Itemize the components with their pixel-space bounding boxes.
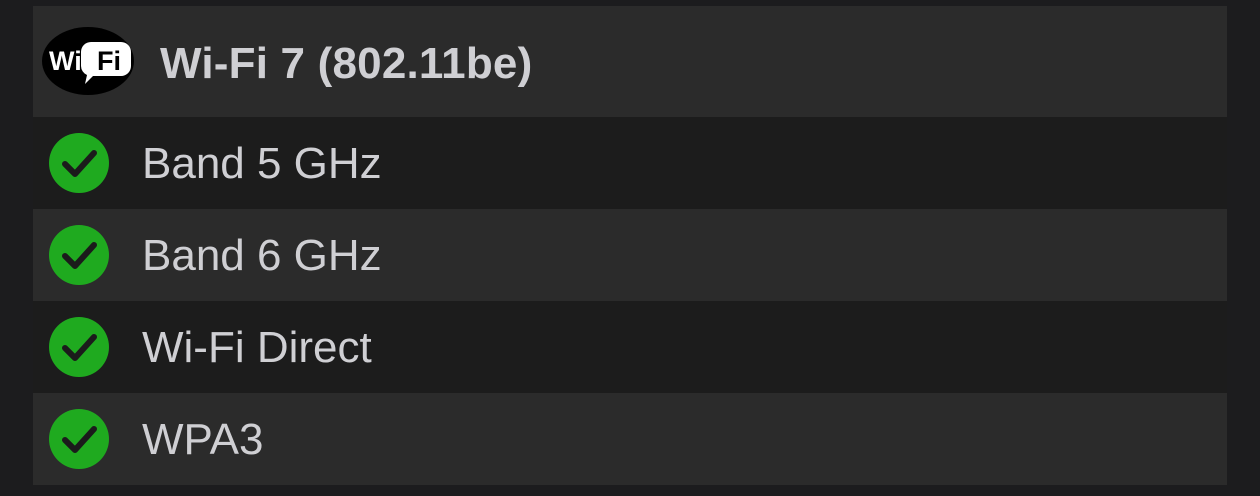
check-circle-icon [49,225,109,285]
feature-label: WPA3 [142,415,264,464]
feature-row: Band 6 GHz [33,209,1227,301]
wifi-standard-title: Wi-Fi 7 (802.11be) [160,39,533,88]
logo-text-right: Fi [97,46,121,76]
wifi-logo-icon: Wi Fi [42,27,134,95]
wifi-standard-header: Wi Fi Wi-Fi 7 (802.11be) [33,6,1227,117]
feature-label: Band 5 GHz [142,139,382,188]
logo-text-left: Wi [49,46,82,76]
wifi-feature-panel: Wi Fi Wi-Fi 7 (802.11be) Band 5 GHz Band… [33,6,1227,485]
check-circle-icon [49,133,109,193]
feature-label: Band 6 GHz [142,231,382,280]
check-circle-icon [49,409,109,469]
feature-row: Band 5 GHz [33,117,1227,209]
feature-label: Wi-Fi Direct [142,323,372,372]
feature-row: Wi-Fi Direct [33,301,1227,393]
check-circle-icon [49,317,109,377]
feature-row: WPA3 [33,393,1227,485]
